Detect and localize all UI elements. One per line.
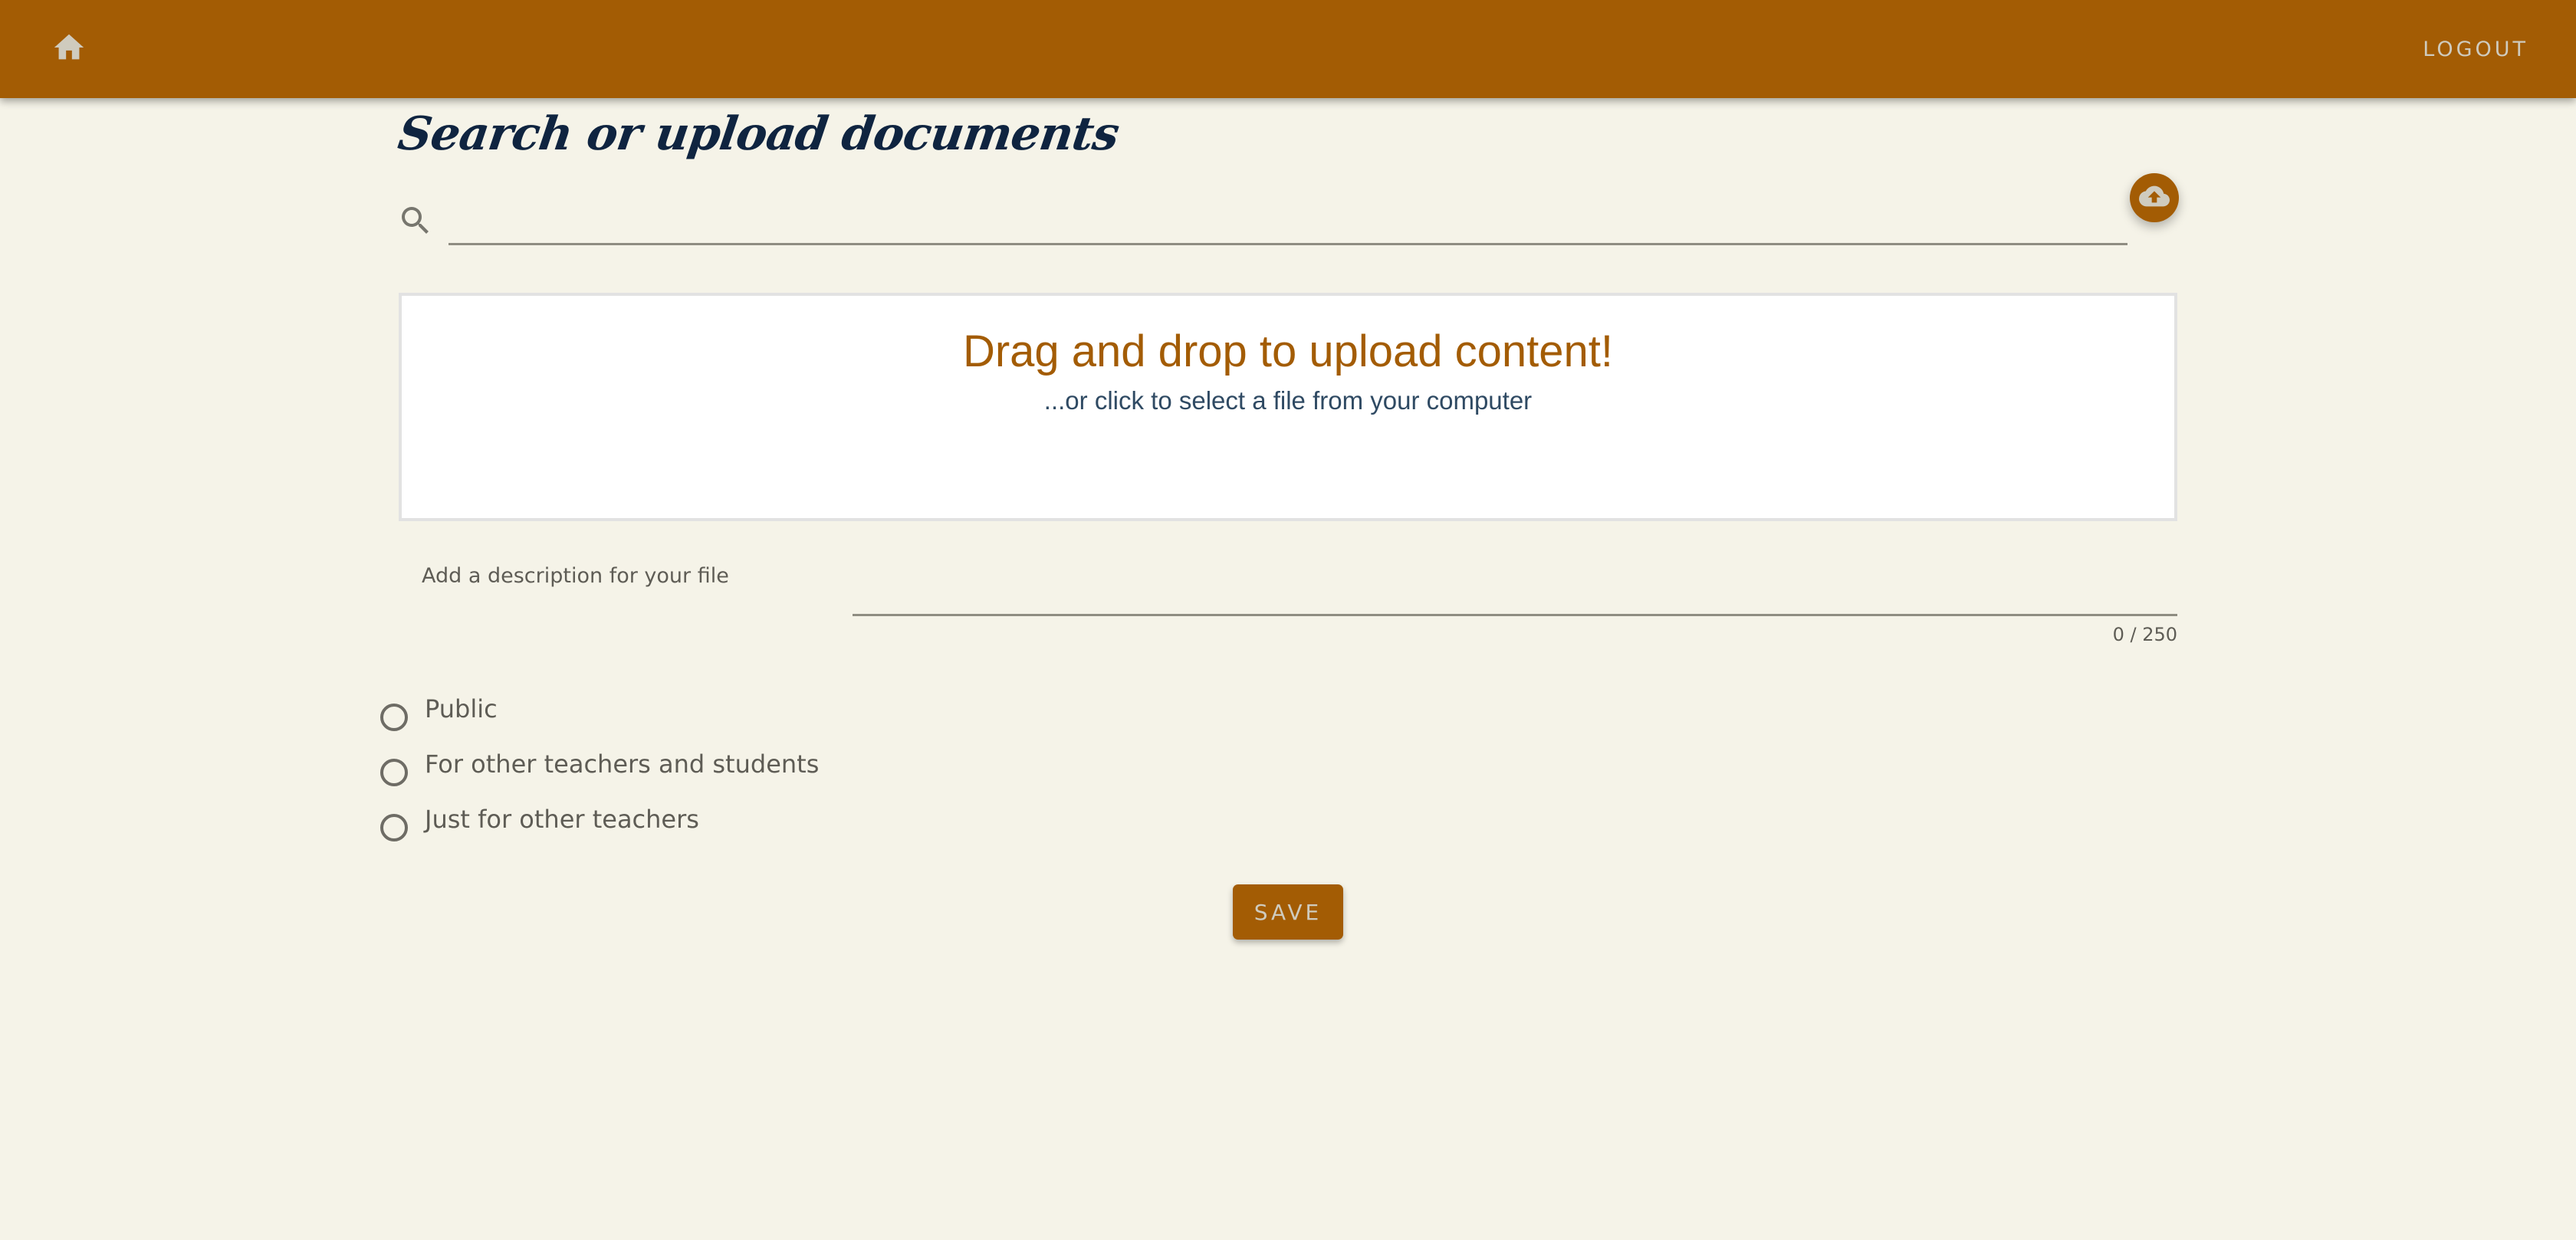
description-label: Add a description for your file <box>422 564 729 588</box>
radio-button[interactable] <box>380 814 408 841</box>
save-button[interactable]: SAVE <box>1233 884 1343 940</box>
radio-label: Public <box>425 694 498 723</box>
description-input[interactable] <box>853 573 2177 616</box>
radio-button[interactable] <box>380 759 408 786</box>
upload-button[interactable] <box>2130 173 2179 222</box>
file-dropzone[interactable]: Drag and drop to upload content! ...or c… <box>399 293 2177 521</box>
radio-label: For other teachers and students <box>425 750 820 779</box>
radio-option-public[interactable]: Public <box>380 690 819 745</box>
search-icon <box>397 202 434 239</box>
radio-button[interactable] <box>380 704 408 731</box>
logout-button[interactable]: LOGOUT <box>2412 31 2539 67</box>
radio-label: Just for other teachers <box>425 805 699 834</box>
page-title: Search or upload documents <box>395 107 1122 161</box>
home-button[interactable] <box>44 26 94 72</box>
home-icon <box>51 30 87 69</box>
app-bar: LOGOUT <box>0 0 2576 98</box>
search-input[interactable] <box>449 201 2128 245</box>
dropzone-subtitle: ...or click to select a file from your c… <box>1043 385 1533 415</box>
radio-option-teachers-only[interactable]: Just for other teachers <box>380 800 819 855</box>
cloud-upload-icon <box>2139 181 2170 215</box>
radio-option-teachers-and-students[interactable]: For other teachers and students <box>380 745 819 800</box>
character-counter: 0 / 250 <box>2112 624 2177 645</box>
dropzone-title: Drag and drop to upload content! <box>962 326 1614 376</box>
visibility-radio-group: Public For other teachers and students J… <box>380 690 819 855</box>
